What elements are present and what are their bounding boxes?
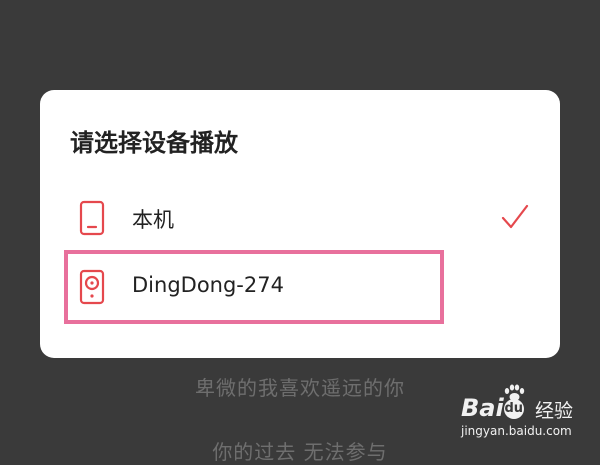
watermark-url: jingyan.baidu.com <box>461 424 572 438</box>
dialog-title: 请选择设备播放 <box>70 129 238 157</box>
watermark-product: 经验 <box>535 400 574 422</box>
device-option-local-label: 本机 <box>132 208 174 232</box>
device-option-speaker-label: DingDong-274 <box>132 273 284 297</box>
device-select-dialog: 请选择设备播放 本机 DingDong-274 <box>40 90 560 358</box>
check-icon <box>501 204 529 229</box>
phone-icon <box>79 200 105 236</box>
device-option-speaker[interactable]: DingDong-274 <box>40 257 560 317</box>
watermark-brand: Baidu <box>461 394 524 422</box>
baidu-jingyan-watermark: Baidu 经验 jingyan.baidu.com <box>455 382 595 442</box>
device-option-local[interactable]: 本机 <box>40 188 560 248</box>
speaker-icon <box>79 269 105 305</box>
